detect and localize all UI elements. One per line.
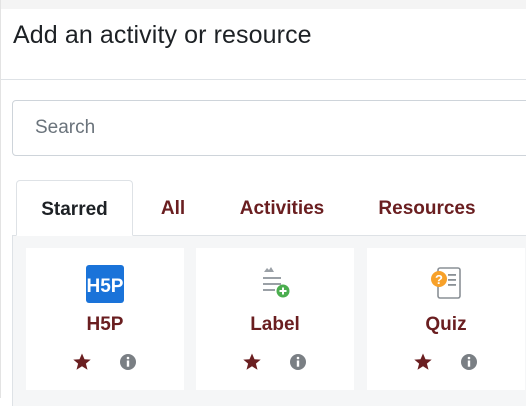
search-input[interactable] bbox=[12, 100, 526, 156]
star-icon[interactable] bbox=[413, 352, 433, 372]
tab-all[interactable]: All bbox=[148, 180, 198, 236]
module-name: H5P bbox=[86, 314, 124, 335]
activity-chooser-dialog: Add an activity or resource Starred All … bbox=[0, 0, 526, 406]
top-strip bbox=[1, 0, 526, 9]
tab-bar: Starred All Activities Resources bbox=[12, 180, 526, 236]
info-icon[interactable] bbox=[459, 352, 479, 372]
dialog-header: Add an activity or resource bbox=[1, 9, 526, 80]
tab-activities[interactable]: Activities bbox=[224, 180, 340, 236]
svg-text:H5P: H5P bbox=[87, 276, 124, 297]
quiz-icon: ? bbox=[425, 263, 467, 305]
svg-text:?: ? bbox=[435, 272, 443, 287]
info-icon[interactable] bbox=[118, 352, 138, 372]
module-name: Label bbox=[250, 314, 300, 335]
star-icon[interactable] bbox=[72, 352, 92, 372]
star-icon[interactable] bbox=[242, 352, 262, 372]
module-card-quiz[interactable]: ? Quiz bbox=[367, 248, 525, 390]
tab-resources[interactable]: Resources bbox=[367, 180, 487, 236]
label-icon bbox=[254, 263, 296, 305]
module-card-label[interactable]: Label bbox=[196, 248, 354, 390]
module-name: Quiz bbox=[425, 314, 467, 335]
module-card-h5p[interactable]: H5P H5P bbox=[26, 248, 184, 390]
dialog-title: Add an activity or resource bbox=[13, 21, 312, 49]
info-icon[interactable] bbox=[288, 352, 308, 372]
h5p-icon: H5P bbox=[84, 263, 126, 305]
tab-starred[interactable]: Starred bbox=[16, 180, 133, 236]
